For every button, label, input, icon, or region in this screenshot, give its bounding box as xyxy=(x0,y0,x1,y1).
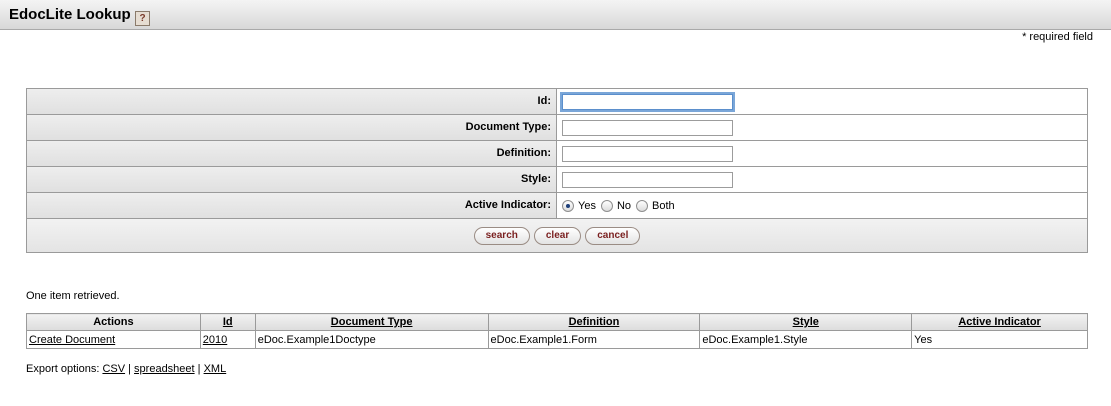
definition-input[interactable] xyxy=(562,145,733,162)
lookup-criteria-form: Id: Document Type: Definition: Style: Ac… xyxy=(26,88,1088,253)
active-no-radio[interactable]: No xyxy=(600,199,632,212)
export-xml-link[interactable]: XML xyxy=(204,363,227,375)
results-header-row: Actions Id Document Type Definition Styl… xyxy=(26,313,1088,331)
active-yes-radio[interactable]: Yes xyxy=(562,199,596,212)
criteria-row-definition: Definition: xyxy=(27,141,1087,167)
id-link[interactable]: 2010 xyxy=(203,334,227,346)
document-type-cell: eDoc.Example1Doctype xyxy=(254,330,489,349)
column-header-style[interactable]: Style xyxy=(699,313,913,331)
style-label: Style: xyxy=(27,167,557,192)
result-count: One item retrieved. xyxy=(26,290,120,302)
document-type-input[interactable] xyxy=(562,119,733,136)
definition-cell: eDoc.Example1.Form xyxy=(487,330,701,349)
active-both-radio[interactable]: Both xyxy=(636,199,675,212)
radio-unselected-icon xyxy=(600,199,613,212)
export-separator: | xyxy=(197,363,201,375)
export-csv-link[interactable]: CSV xyxy=(102,363,125,375)
criteria-row-style: Style: xyxy=(27,167,1087,193)
column-header-actions: Actions xyxy=(26,313,201,331)
export-options: Export options: CSV | spreadsheet | XML xyxy=(26,363,226,375)
document-type-label: Document Type: xyxy=(27,115,557,140)
active-indicator-cell: Yes xyxy=(911,330,1088,349)
style-input[interactable] xyxy=(562,171,733,188)
required-field-note: * required field xyxy=(1022,31,1093,43)
column-header-definition[interactable]: Definition xyxy=(487,313,701,331)
form-button-row: search clear cancel xyxy=(27,219,1087,253)
table-row: Create Document 2010 eDoc.Example1Doctyp… xyxy=(26,330,1088,349)
actions-cell: Create Document xyxy=(26,330,201,349)
style-cell: eDoc.Example1.Style xyxy=(699,330,913,349)
definition-label: Definition: xyxy=(27,141,557,166)
active-no-label: No xyxy=(616,199,632,212)
id-input[interactable] xyxy=(560,91,735,112)
create-document-link[interactable]: Create Document xyxy=(29,334,115,346)
active-yes-label: Yes xyxy=(578,199,596,212)
clear-button[interactable]: clear xyxy=(533,226,582,245)
title-bar: EdocLite Lookup ? xyxy=(0,0,1111,30)
export-spreadsheet-link[interactable]: spreadsheet xyxy=(134,363,195,375)
id-cell: 2010 xyxy=(199,330,256,349)
help-icon[interactable]: ? xyxy=(135,11,150,26)
active-both-label: Both xyxy=(652,199,675,212)
active-indicator-label: Active Indicator: xyxy=(27,193,557,218)
export-separator: | xyxy=(128,363,131,375)
id-label: Id: xyxy=(27,89,557,114)
column-header-active-indicator[interactable]: Active Indicator xyxy=(911,313,1088,331)
cancel-button[interactable]: cancel xyxy=(585,226,641,245)
criteria-row-active-indicator: Active Indicator: Yes No Both xyxy=(27,193,1087,219)
page-title: EdocLite Lookup xyxy=(9,6,131,23)
criteria-row-document-type: Document Type: xyxy=(27,115,1087,141)
column-header-document-type[interactable]: Document Type xyxy=(254,313,489,331)
radio-unselected-icon xyxy=(636,199,649,212)
results-table: Actions Id Document Type Definition Styl… xyxy=(26,313,1088,349)
export-label: Export options: xyxy=(26,363,100,375)
search-button[interactable]: search xyxy=(473,226,530,245)
criteria-row-id: Id: xyxy=(27,89,1087,115)
column-header-id[interactable]: Id xyxy=(199,313,256,331)
radio-selected-icon xyxy=(562,199,574,212)
